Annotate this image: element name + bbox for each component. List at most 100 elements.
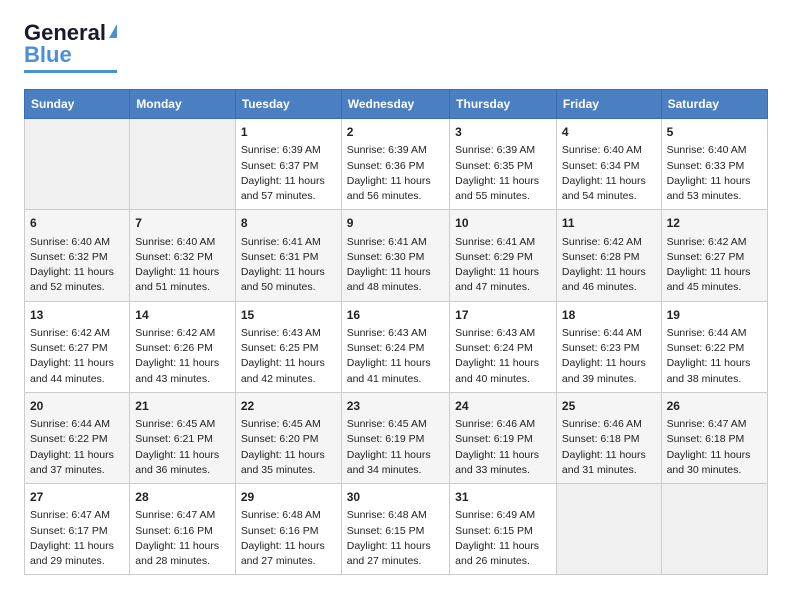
day-number: 6 bbox=[30, 215, 124, 232]
cell-content-line: Daylight: 11 hours and 36 minutes. bbox=[135, 448, 230, 478]
cell-content-line: Daylight: 11 hours and 50 minutes. bbox=[241, 265, 336, 295]
day-number: 19 bbox=[667, 307, 762, 324]
cell-content-line: Sunset: 6:17 PM bbox=[30, 524, 124, 539]
calendar-cell: 12 Sunrise: 6:42 AMSunset: 6:27 PMDayligh… bbox=[661, 210, 767, 301]
calendar-cell: 13Sunrise: 6:42 AMSunset: 6:27 PMDayligh… bbox=[25, 301, 130, 392]
day-number: 2 bbox=[347, 124, 444, 141]
day-number: 16 bbox=[347, 307, 444, 324]
cell-content-line: Sunrise: 6:45 AM bbox=[135, 417, 230, 432]
calendar-week-1: 1Sunrise: 6:39 AMSunset: 6:37 PMDaylight… bbox=[25, 119, 768, 210]
cell-content-line: Sunrise: 6:48 AM bbox=[241, 508, 336, 523]
calendar-cell bbox=[130, 119, 236, 210]
calendar-cell: 3Sunrise: 6:39 AMSunset: 6:35 PMDaylight… bbox=[450, 119, 557, 210]
cell-content-line: Daylight: 11 hours and 54 minutes. bbox=[562, 174, 656, 204]
day-number: 11 bbox=[562, 215, 656, 232]
cell-content-line: Sunrise: 6:48 AM bbox=[347, 508, 444, 523]
day-number: 3 bbox=[455, 124, 551, 141]
day-number: 7 bbox=[135, 215, 230, 232]
day-number: 25 bbox=[562, 398, 656, 415]
calendar-cell: 16Sunrise: 6:43 AMSunset: 6:24 PMDayligh… bbox=[341, 301, 449, 392]
cell-content-line: Sunset: 6:27 PM bbox=[667, 250, 762, 265]
header-cell-sunday: Sunday bbox=[25, 90, 130, 119]
cell-content-line: Sunrise: 6:46 AM bbox=[562, 417, 656, 432]
calendar-cell: 24Sunrise: 6:46 AMSunset: 6:19 PMDayligh… bbox=[450, 392, 557, 483]
cell-content-line: Sunset: 6:19 PM bbox=[455, 432, 551, 447]
day-number: 28 bbox=[135, 489, 230, 506]
cell-content-line: Sunset: 6:30 PM bbox=[347, 250, 444, 265]
calendar-week-4: 20Sunrise: 6:44 AMSunset: 6:22 PMDayligh… bbox=[25, 392, 768, 483]
day-number: 10 bbox=[455, 215, 551, 232]
cell-content-line: Sunset: 6:34 PM bbox=[562, 159, 656, 174]
cell-content-line: Sunset: 6:33 PM bbox=[667, 159, 762, 174]
cell-content-line: Daylight: 11 hours and 35 minutes. bbox=[241, 448, 336, 478]
cell-content-line: Sunset: 6:22 PM bbox=[667, 341, 762, 356]
cell-content-line: Sunrise: 6:45 AM bbox=[347, 417, 444, 432]
calendar-cell: 15Sunrise: 6:43 AMSunset: 6:25 PMDayligh… bbox=[235, 301, 341, 392]
cell-content-line: Sunrise: 6:42 AM bbox=[30, 326, 124, 341]
cell-content-line: Daylight: 11 hours and 45 minutes. bbox=[667, 265, 762, 295]
day-number: 13 bbox=[30, 307, 124, 324]
calendar-cell: 8 Sunrise: 6:41 AMSunset: 6:31 PMDaylight… bbox=[235, 210, 341, 301]
calendar-cell: 11 Sunrise: 6:42 AMSunset: 6:28 PMDayligh… bbox=[556, 210, 661, 301]
cell-content-line: Sunrise: 6:45 AM bbox=[241, 417, 336, 432]
day-number: 27 bbox=[30, 489, 124, 506]
calendar-cell: 18 Sunrise: 6:44 AMSunset: 6:23 PMDayligh… bbox=[556, 301, 661, 392]
cell-content-line: Sunrise: 6:47 AM bbox=[667, 417, 762, 432]
cell-content-line: Daylight: 11 hours and 57 minutes. bbox=[241, 174, 336, 204]
calendar-cell: 20Sunrise: 6:44 AMSunset: 6:22 PMDayligh… bbox=[25, 392, 130, 483]
cell-content-line: Sunrise: 6:42 AM bbox=[562, 235, 656, 250]
cell-content-line: Sunset: 6:29 PM bbox=[455, 250, 551, 265]
cell-content-line: Sunrise: 6:40 AM bbox=[667, 143, 762, 158]
cell-content-line: Sunset: 6:31 PM bbox=[241, 250, 336, 265]
calendar-cell: 21Sunrise: 6:45 AMSunset: 6:21 PMDayligh… bbox=[130, 392, 236, 483]
cell-content-line: Daylight: 11 hours and 52 minutes. bbox=[30, 265, 124, 295]
cell-content-line: Sunset: 6:36 PM bbox=[347, 159, 444, 174]
day-number: 18 bbox=[562, 307, 656, 324]
cell-content-line: Sunset: 6:24 PM bbox=[347, 341, 444, 356]
cell-content-line: Daylight: 11 hours and 46 minutes. bbox=[562, 265, 656, 295]
calendar-cell: 28Sunrise: 6:47 AMSunset: 6:16 PMDayligh… bbox=[130, 484, 236, 575]
calendar-cell bbox=[25, 119, 130, 210]
day-number: 17 bbox=[455, 307, 551, 324]
cell-content-line: Sunrise: 6:41 AM bbox=[455, 235, 551, 250]
cell-content-line: Daylight: 11 hours and 30 minutes. bbox=[667, 448, 762, 478]
day-number: 12 bbox=[667, 215, 762, 232]
cell-content-line: Sunset: 6:23 PM bbox=[562, 341, 656, 356]
calendar-cell: 9Sunrise: 6:41 AMSunset: 6:30 PMDaylight… bbox=[341, 210, 449, 301]
calendar-week-3: 13Sunrise: 6:42 AMSunset: 6:27 PMDayligh… bbox=[25, 301, 768, 392]
cell-content-line: Daylight: 11 hours and 56 minutes. bbox=[347, 174, 444, 204]
cell-content-line: Sunrise: 6:47 AM bbox=[135, 508, 230, 523]
calendar-cell: 31Sunrise: 6:49 AMSunset: 6:15 PMDayligh… bbox=[450, 484, 557, 575]
cell-content-line: Sunrise: 6:42 AM bbox=[667, 235, 762, 250]
cell-content-line: Sunset: 6:28 PM bbox=[562, 250, 656, 265]
cell-content-line: Sunrise: 6:44 AM bbox=[562, 326, 656, 341]
calendar-cell: 27 Sunrise: 6:47 AMSunset: 6:17 PMDayligh… bbox=[25, 484, 130, 575]
day-number: 15 bbox=[241, 307, 336, 324]
cell-content-line: Sunset: 6:32 PM bbox=[135, 250, 230, 265]
cell-content-line: Sunset: 6:25 PM bbox=[241, 341, 336, 356]
day-number: 1 bbox=[241, 124, 336, 141]
header-cell-saturday: Saturday bbox=[661, 90, 767, 119]
cell-content-line: Daylight: 11 hours and 44 minutes. bbox=[30, 356, 124, 386]
cell-content-line: Daylight: 11 hours and 53 minutes. bbox=[667, 174, 762, 204]
cell-content-line: Sunset: 6:24 PM bbox=[455, 341, 551, 356]
calendar-cell: 2Sunrise: 6:39 AMSunset: 6:36 PMDaylight… bbox=[341, 119, 449, 210]
cell-content-line: Sunrise: 6:43 AM bbox=[455, 326, 551, 341]
cell-content-line: Daylight: 11 hours and 34 minutes. bbox=[347, 448, 444, 478]
calendar-cell: 14Sunrise: 6:42 AMSunset: 6:26 PMDayligh… bbox=[130, 301, 236, 392]
cell-content-line: Daylight: 11 hours and 42 minutes. bbox=[241, 356, 336, 386]
calendar-cell: 10Sunrise: 6:41 AMSunset: 6:29 PMDayligh… bbox=[450, 210, 557, 301]
cell-content-line: Daylight: 11 hours and 39 minutes. bbox=[562, 356, 656, 386]
cell-content-line: Sunset: 6:15 PM bbox=[347, 524, 444, 539]
calendar-cell: 7Sunrise: 6:40 AMSunset: 6:32 PMDaylight… bbox=[130, 210, 236, 301]
cell-content-line: Sunrise: 6:46 AM bbox=[455, 417, 551, 432]
day-number: 8 bbox=[241, 215, 336, 232]
day-number: 31 bbox=[455, 489, 551, 506]
cell-content-line: Daylight: 11 hours and 55 minutes. bbox=[455, 174, 551, 204]
cell-content-line: Sunset: 6:37 PM bbox=[241, 159, 336, 174]
cell-content-line: Daylight: 11 hours and 29 minutes. bbox=[30, 539, 124, 569]
day-number: 21 bbox=[135, 398, 230, 415]
calendar-cell: 19Sunrise: 6:44 AMSunset: 6:22 PMDayligh… bbox=[661, 301, 767, 392]
cell-content-line: Sunrise: 6:47 AM bbox=[30, 508, 124, 523]
cell-content-line: Sunrise: 6:41 AM bbox=[241, 235, 336, 250]
